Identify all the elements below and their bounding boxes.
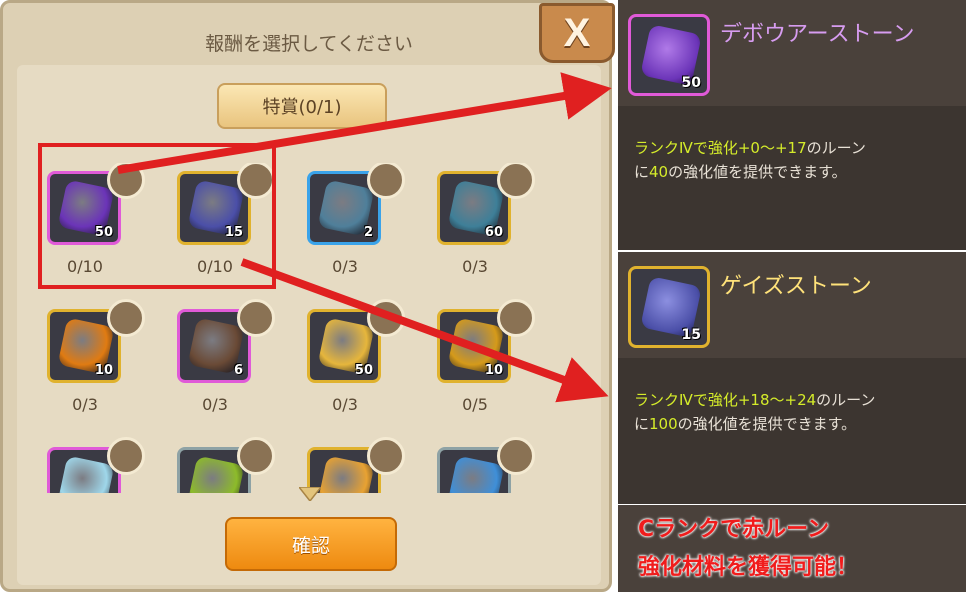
arrow-to-gaze-stone bbox=[240, 258, 609, 403]
arrow-to-devour-stone bbox=[117, 72, 612, 174]
annotation-arrows bbox=[117, 72, 612, 403]
